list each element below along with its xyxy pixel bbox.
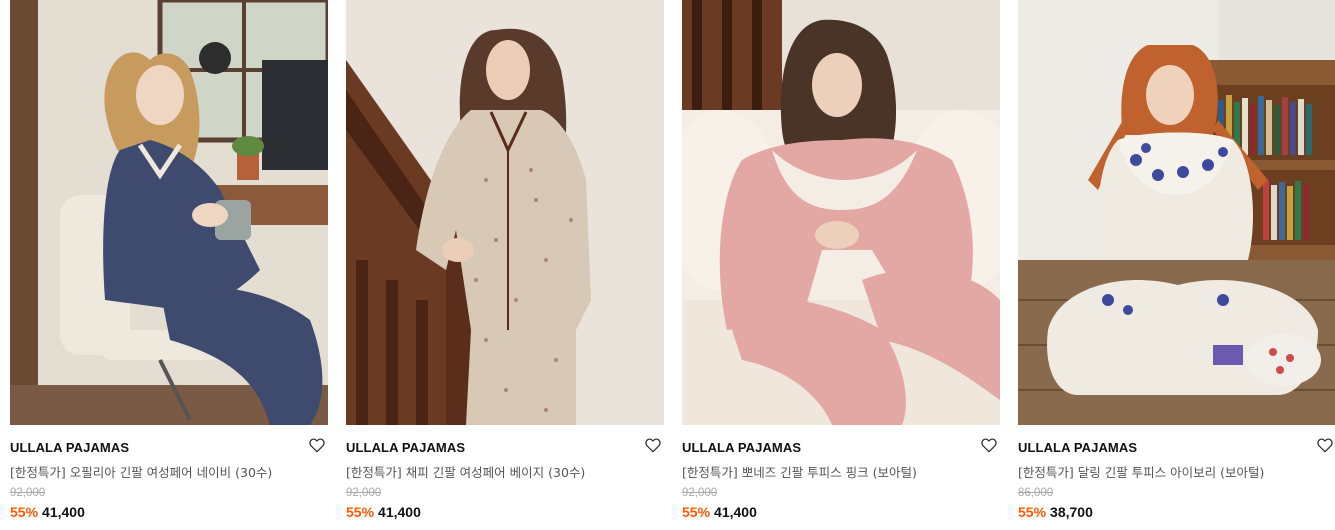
original-price: 92,000 xyxy=(10,487,46,499)
discount-rate: 55% xyxy=(1018,504,1047,520)
product-photo-ivory-fleece-pajamas xyxy=(1018,0,1335,425)
product-title[interactable]: [한정특가] 달링 긴팔 투피스 아이보리 (보아털) xyxy=(1018,462,1264,481)
product-photo-pink-fleece-pajamas xyxy=(682,0,1000,425)
heart-icon[interactable] xyxy=(980,436,998,454)
heart-icon[interactable] xyxy=(1316,436,1334,454)
discount-rate: 55% xyxy=(10,504,39,520)
sale-price-row: 55% 38,700 xyxy=(1018,504,1093,520)
product-title[interactable]: [한정특가] 오필리아 긴팔 여성페어 네이비 (30수) xyxy=(10,462,272,481)
discount-rate: 55% xyxy=(682,504,711,520)
product-card[interactable]: ULLALA PAJAMAS [한정특가] 오필리아 긴팔 여성페어 네이비 (… xyxy=(10,0,328,530)
product-photo-navy-pajamas xyxy=(10,0,328,425)
brand-name[interactable]: ULLALA PAJAMAS xyxy=(346,440,465,455)
heart-icon[interactable] xyxy=(308,436,326,454)
sale-price-row: 55% 41,400 xyxy=(346,504,421,520)
product-image[interactable] xyxy=(682,0,1000,425)
sale-price: 38,700 xyxy=(1050,504,1093,520)
brand-name[interactable]: ULLALA PAJAMAS xyxy=(682,440,801,455)
sale-price: 41,400 xyxy=(714,504,757,520)
product-card[interactable]: ULLALA PAJAMAS [한정특가] 뽀네즈 긴팔 투피스 핑크 (보아털… xyxy=(682,0,1000,530)
sale-price: 41,400 xyxy=(42,504,85,520)
sale-price: 41,400 xyxy=(378,504,421,520)
original-price: 92,000 xyxy=(346,487,382,499)
product-image[interactable] xyxy=(346,0,664,425)
product-image[interactable] xyxy=(1018,0,1335,425)
product-card[interactable]: ULLALA PAJAMAS [한정특가] 달링 긴팔 투피스 아이보리 (보아… xyxy=(1018,0,1335,530)
product-title[interactable]: [한정특가] 채피 긴팔 여성페어 베이지 (30수) xyxy=(346,462,585,481)
original-price: 86,000 xyxy=(1018,487,1054,499)
brand-name[interactable]: ULLALA PAJAMAS xyxy=(1018,440,1137,455)
heart-icon[interactable] xyxy=(644,436,662,454)
discount-rate: 55% xyxy=(346,504,375,520)
product-photo-beige-pajamas xyxy=(346,0,664,425)
brand-name[interactable]: ULLALA PAJAMAS xyxy=(10,440,129,455)
product-image[interactable] xyxy=(10,0,328,425)
product-title[interactable]: [한정특가] 뽀네즈 긴팔 투피스 핑크 (보아털) xyxy=(682,462,917,481)
sale-price-row: 55% 41,400 xyxy=(10,504,85,520)
original-price: 92,000 xyxy=(682,487,718,499)
product-grid: ULLALA PAJAMAS [한정특가] 오필리아 긴팔 여성페어 네이비 (… xyxy=(0,0,1335,530)
product-card[interactable]: ULLALA PAJAMAS [한정특가] 채피 긴팔 여성페어 베이지 (30… xyxy=(346,0,664,530)
sale-price-row: 55% 41,400 xyxy=(682,504,757,520)
